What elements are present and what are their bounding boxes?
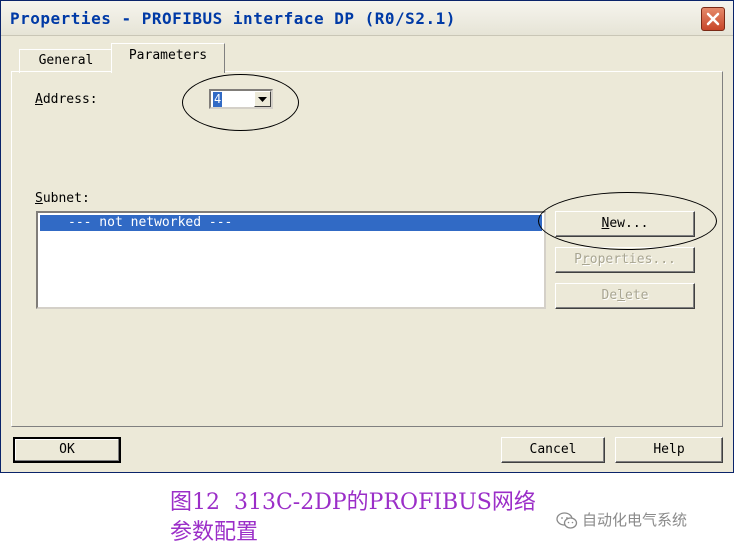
address-value[interactable]: 4 (213, 92, 223, 107)
tab-general[interactable]: General (19, 49, 113, 73)
subnet-label: Subnet: (35, 191, 90, 206)
address-label-rest: ddress: (42, 92, 98, 107)
subnet-label-accel: S (35, 191, 43, 206)
title-bar[interactable]: Properties - PROFIBUS interface DP (R0/S… (1, 1, 733, 36)
figure-caption: 图12 313C-2DP的PROFIBUS网络 参数配置 (170, 488, 536, 548)
address-dropdown-button[interactable] (254, 91, 271, 107)
subnet-label-rest: ubnet: (42, 191, 90, 206)
list-item[interactable]: --- not networked --- (40, 215, 542, 231)
address-dropdown[interactable]: 4 (209, 89, 273, 109)
address-label: Address: (35, 92, 98, 107)
properties-button-pre: P (574, 252, 582, 267)
close-button[interactable] (701, 7, 725, 31)
properties-dialog: Properties - PROFIBUS interface DP (R0/S… (0, 0, 734, 473)
properties-button-rest: operties... (589, 252, 676, 267)
window-title: Properties - PROFIBUS interface DP (R0/S… (10, 9, 456, 28)
delete-button-pre: De (601, 288, 618, 303)
properties-button-accel: r (581, 252, 590, 267)
cancel-button[interactable]: Cancel (501, 437, 605, 463)
help-button[interactable]: Help (615, 437, 723, 463)
delete-button-accel: l (617, 288, 625, 303)
new-subnet-button[interactable]: New... (555, 211, 695, 237)
chevron-down-icon (258, 97, 267, 102)
tab-parameters[interactable]: Parameters (111, 43, 225, 73)
wechat-icon (556, 511, 578, 529)
subnet-list[interactable]: --- not networked --- (36, 211, 546, 309)
caption-line-1: 图12 313C-2DP的PROFIBUS网络 (170, 490, 536, 515)
watermark-text: 自动化电气系统 (582, 511, 688, 529)
caption-line-2: 参数配置 (170, 520, 259, 545)
ok-button[interactable]: OK (13, 437, 121, 463)
delete-subnet-button[interactable]: Delete (555, 283, 695, 309)
new-button-rest: ew... (609, 216, 649, 231)
delete-button-rest: ete (625, 288, 649, 303)
close-icon (706, 12, 720, 26)
subnet-properties-button[interactable]: Properties... (555, 247, 695, 273)
address-label-accel: A (35, 92, 43, 107)
watermark: 自动化电气系统 (556, 509, 687, 530)
